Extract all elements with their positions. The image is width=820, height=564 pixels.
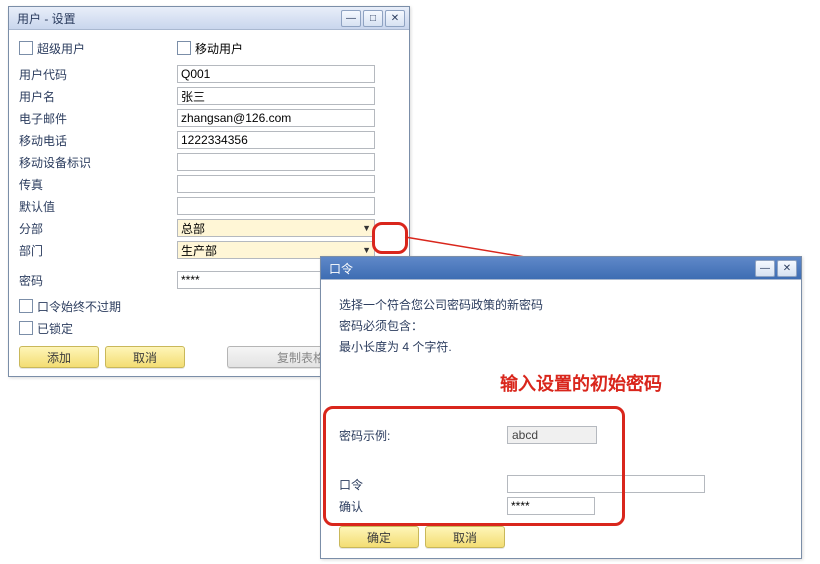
fax-label: 传真 <box>19 176 177 193</box>
defaults-label: 默认值 <box>19 198 177 215</box>
username-input[interactable] <box>177 87 375 105</box>
pd-confirm-input[interactable] <box>507 497 595 515</box>
mobileuser-checkbox[interactable] <box>177 41 191 55</box>
pd-password-label: 口令 <box>339 476 507 493</box>
chevron-down-icon: ▼ <box>362 223 371 233</box>
fax-input[interactable] <box>177 175 375 193</box>
dept-value: 生产部 <box>181 242 217 259</box>
pd-example-value: abcd <box>507 426 597 444</box>
pd-close-button[interactable]: ✕ <box>777 260 797 277</box>
pd-instruction-3: 最小长度为 4 个字符. <box>339 338 783 355</box>
email-input[interactable] <box>177 109 375 127</box>
username-label: 用户名 <box>19 88 177 105</box>
email-label: 电子邮件 <box>19 110 177 127</box>
pd-instruction-1: 选择一个符合您公司密码政策的新密码 <box>339 296 783 313</box>
usercode-input[interactable] <box>177 65 375 83</box>
pd-minimize-button[interactable]: ― <box>755 260 775 277</box>
dept-label: 部门 <box>19 242 177 259</box>
password-dialog-title: 口令 <box>329 260 755 277</box>
pd-ok-button[interactable]: 确定 <box>339 526 419 548</box>
mobiledevice-input[interactable] <box>177 153 375 171</box>
mobilephone-label: 移动电话 <box>19 132 177 149</box>
defaults-input[interactable] <box>177 197 375 215</box>
minimize-button[interactable]: ― <box>341 10 361 27</box>
pd-instruction-2: 密码必须包含： <box>339 317 783 334</box>
mobileuser-label: 移动用户 <box>195 40 243 57</box>
password-dialog-body: 选择一个符合您公司密码政策的新密码 密码必须包含： 最小长度为 4 个字符. 密… <box>321 280 801 558</box>
user-settings-title: 用户 - 设置 <box>17 10 341 27</box>
locked-checkbox[interactable] <box>19 321 33 335</box>
usercode-label: 用户代码 <box>19 66 177 83</box>
pd-cancel-button[interactable]: 取消 <box>425 526 505 548</box>
neverexpire-label: 口令始终不过期 <box>37 298 121 315</box>
pd-confirm-label: 确认 <box>339 498 507 515</box>
password-dialog-titlebar[interactable]: 口令 ― ✕ <box>321 257 801 280</box>
chevron-down-icon: ▼ <box>362 245 371 255</box>
mobiledevice-label: 移动设备标识 <box>19 154 177 171</box>
user-settings-titlebar[interactable]: 用户 - 设置 ― □ ✕ <box>9 7 409 30</box>
branch-value: 总部 <box>181 220 205 237</box>
superuser-label: 超级用户 <box>37 40 85 57</box>
pd-password-input[interactable] <box>507 475 705 493</box>
pd-example-label: 密码示例: <box>339 427 507 444</box>
branch-label: 分部 <box>19 220 177 237</box>
maximize-button[interactable]: □ <box>363 10 383 27</box>
superuser-checkbox[interactable] <box>19 41 33 55</box>
cancel-button[interactable]: 取消 <box>105 346 185 368</box>
password-label: 密码 <box>19 272 177 289</box>
branch-select[interactable]: 总部 ▼ <box>177 219 375 237</box>
add-button[interactable]: 添加 <box>19 346 99 368</box>
password-dialog: 口令 ― ✕ 选择一个符合您公司密码政策的新密码 密码必须包含： 最小长度为 4… <box>320 256 802 559</box>
mobilephone-input[interactable] <box>177 131 375 149</box>
annotation-text: 输入设置的初始密码 <box>500 370 662 396</box>
locked-label: 已锁定 <box>37 320 73 337</box>
neverexpire-checkbox[interactable] <box>19 299 33 313</box>
close-button[interactable]: ✕ <box>385 10 405 27</box>
